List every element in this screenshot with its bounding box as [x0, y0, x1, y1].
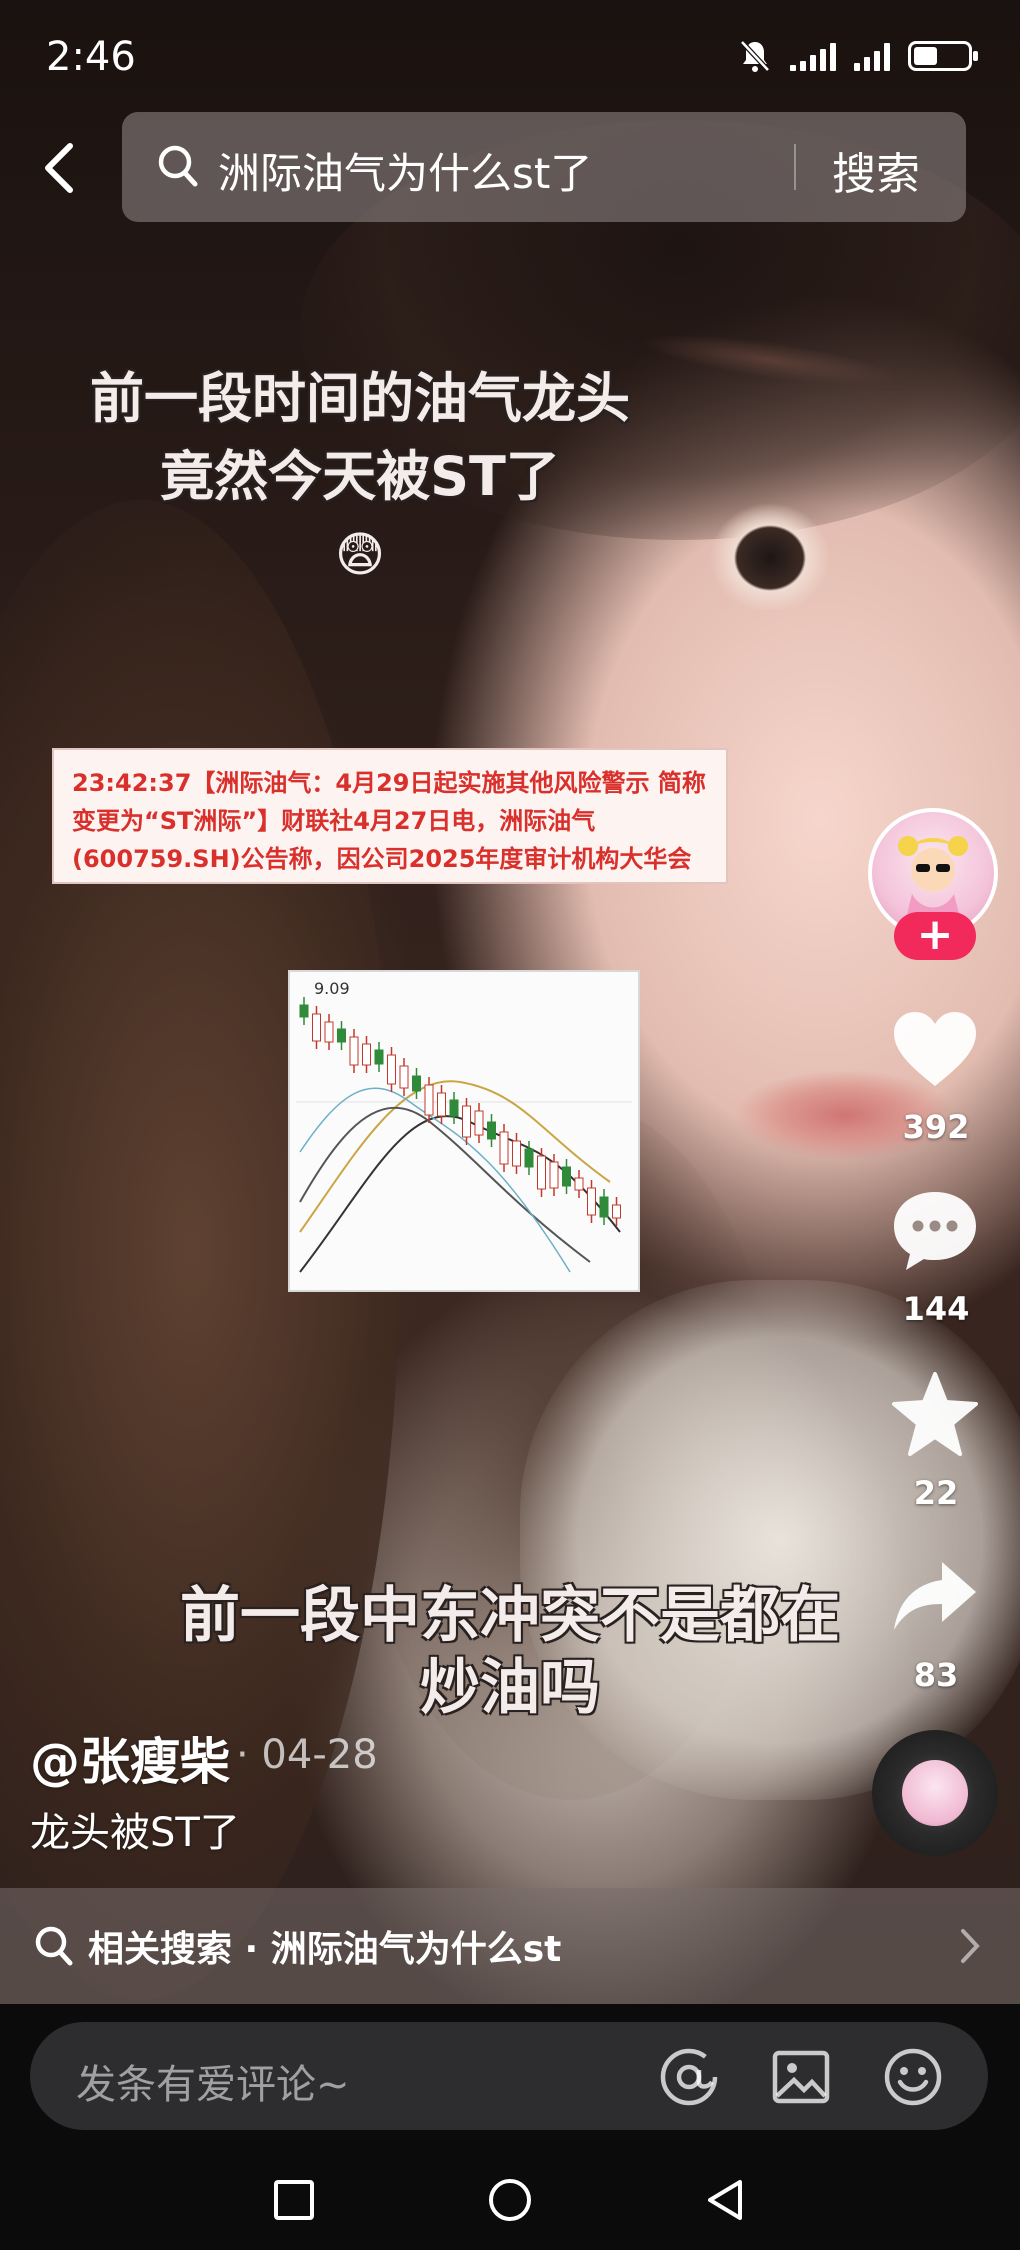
status-bar: 2:46 — [0, 0, 1020, 120]
candle-body — [474, 1110, 484, 1136]
system-nav-bar — [0, 2150, 1020, 2250]
signal-icon — [790, 41, 836, 71]
comment-count: 144 — [902, 1290, 970, 1328]
emoji-icon[interactable] — [882, 2046, 944, 2108]
candle-body — [499, 1131, 509, 1165]
comment-input[interactable]: 发条有爱评论~ — [30, 2022, 988, 2130]
caption-line: 竟然今天被ST了 — [160, 445, 560, 508]
caption-emoji: 😨 — [334, 527, 386, 583]
status-icons — [738, 38, 978, 74]
search-icon — [35, 1926, 73, 1966]
signal-icon — [854, 41, 890, 71]
candle-body — [374, 1049, 384, 1065]
candle-body — [599, 1196, 609, 1218]
search-button[interactable]: 搜索 — [832, 138, 920, 202]
candle-body — [574, 1177, 584, 1191]
follow-button[interactable]: + — [894, 912, 976, 960]
candle-body — [462, 1105, 471, 1138]
heart-icon[interactable] — [890, 1006, 980, 1096]
caption-line: 炒油吗 — [420, 1653, 600, 1723]
favorite-count: 22 — [913, 1474, 959, 1512]
share-count: 83 — [913, 1656, 959, 1694]
like-count: 392 — [902, 1108, 970, 1146]
star-icon[interactable] — [890, 1370, 980, 1460]
nav-back-icon[interactable] — [702, 2176, 750, 2224]
chart-price-label: 9.09 — [314, 979, 350, 998]
post-date: · 04-28 — [236, 1732, 378, 1778]
candle-body — [537, 1155, 546, 1190]
search-icon — [158, 145, 198, 187]
candle-body — [487, 1121, 496, 1140]
candle-body — [337, 1028, 346, 1043]
candle-body — [312, 1013, 321, 1042]
candle-body — [399, 1065, 409, 1089]
candle-body — [387, 1054, 396, 1085]
author-name[interactable]: @张瘦柴 — [30, 1722, 230, 1794]
candle-body — [362, 1043, 371, 1066]
search-divider — [794, 144, 796, 190]
nav-circle-icon[interactable] — [486, 2176, 534, 2224]
mute-bell-icon — [740, 40, 770, 72]
news-line: 变更为“ST洲际”】财联社4月27日电，洲际油气 — [72, 807, 596, 835]
image-icon[interactable] — [770, 2046, 832, 2108]
comment-icon[interactable] — [890, 1186, 980, 1276]
caption-line: 前一段中东冲突不是都在 — [180, 1581, 840, 1651]
search-bar[interactable]: 洲际油气为什么st了 搜索 — [122, 112, 966, 222]
chevron-right-icon — [961, 1929, 980, 1963]
related-search-text: 相关搜索 · 洲际油气为什么st — [88, 1929, 562, 1970]
at-icon[interactable] — [658, 2046, 720, 2108]
nav-square-icon[interactable] — [270, 2176, 318, 2224]
candle-body — [299, 1004, 309, 1018]
eye — [660, 500, 870, 610]
search-input[interactable]: 洲际油气为什么st了 — [218, 140, 592, 201]
post-description: 龙头被ST了 — [30, 1810, 240, 1856]
battery-icon — [908, 41, 978, 71]
stock-chart-image: 9.09 — [288, 970, 640, 1292]
video-caption-bottom: 前一段中东冲突不是都在 炒油吗 — [120, 1580, 900, 1724]
stock-chart-graphic: 9.09 — [296, 979, 632, 1273]
back-icon[interactable] — [36, 138, 84, 198]
candle-body — [449, 1099, 459, 1117]
candle-body — [437, 1092, 446, 1117]
candle-body — [612, 1204, 621, 1219]
candle-body — [524, 1148, 534, 1168]
bottom-bar: 发条有爱评论~ — [0, 2004, 1020, 2250]
related-search-bar[interactable]: 相关搜索 · 洲际油气为什么st — [0, 1888, 1020, 2004]
candle-body — [512, 1140, 521, 1167]
candle-body — [562, 1166, 571, 1187]
news-line: (600759.SH)公告称，因公司2025年度审计机构大华会 — [72, 845, 692, 873]
news-line: 23:42:37【洲际油气：4月29日起实施其他风险警示 简称 — [72, 769, 706, 797]
share-icon[interactable] — [890, 1552, 980, 1642]
candle-body — [349, 1036, 359, 1066]
comment-placeholder: 发条有爱评论~ — [76, 2062, 350, 2108]
candle-body — [424, 1084, 434, 1116]
status-time: 2:46 — [46, 34, 136, 80]
music-disc[interactable] — [872, 1730, 998, 1856]
candle-body — [587, 1187, 596, 1216]
news-screenshot: 23:42:37【洲际油气：4月29日起实施其他风险警示 简称 变更为“ST洲际… — [52, 748, 728, 884]
candle-body — [324, 1021, 334, 1043]
caption-line: 前一段时间的油气龙头 — [90, 367, 630, 430]
candle-body — [412, 1075, 421, 1092]
video-caption-top: 前一段时间的油气龙头 竟然今天被ST了 😨 — [40, 360, 680, 594]
music-disc-cover — [902, 1760, 968, 1826]
candle-body — [549, 1161, 559, 1189]
